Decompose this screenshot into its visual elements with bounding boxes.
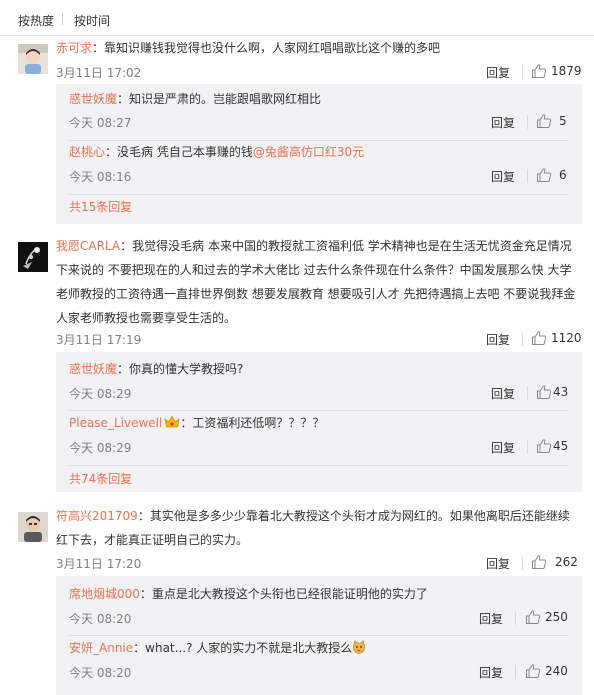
reply-text: 没毛病 凭自己本事赚的钱 <box>117 145 253 159</box>
reply-text: 重点是北大教授这个头衔也已经很能证明他的实力了 <box>151 587 428 601</box>
thumbs-up-icon[interactable] <box>536 438 552 454</box>
reply-box: 惑世妖魔：你真的懂大学教授吗? 今天 08:29 回复 43 Please_Li… <box>56 352 582 492</box>
like-count: 5 <box>559 114 567 128</box>
thumbs-up-icon[interactable] <box>525 609 541 625</box>
like-count: 1879 <box>551 64 582 78</box>
sort-by-time-tab[interactable]: 按时间 <box>74 12 110 29</box>
reply-username[interactable]: 惑世妖魔 <box>69 362 117 376</box>
like-count: 240 <box>545 664 568 678</box>
thumbs-up-icon[interactable] <box>536 113 552 129</box>
comment-meta: 3月11日 17:02 回复 1879 <box>56 62 582 82</box>
comment-username[interactable]: 赤可求 <box>56 41 92 55</box>
thumbs-up-icon[interactable] <box>536 384 552 400</box>
reply-username[interactable]: 惑世妖魔 <box>69 92 117 106</box>
mention-link[interactable]: @兔酱高仿口红30元 <box>253 145 364 159</box>
reply-time: 今天 08:29 <box>69 387 132 401</box>
divider <box>527 440 528 454</box>
sort-divider <box>62 13 63 25</box>
comment-text-line: 人家老师教授也需要享受生活的。 <box>56 311 237 325</box>
reply-button[interactable]: 回复 <box>486 331 510 348</box>
reply-button[interactable]: 回复 <box>491 114 515 131</box>
reply-time: 今天 08:29 <box>69 441 132 455</box>
reply-text: 你真的懂大学教授吗? <box>129 362 244 376</box>
comment-username[interactable]: 我愿CARLA <box>56 239 120 253</box>
comment-text-line: 其实他是多多少少靠着北大教授这个头衔才成为网红的。如果他离职后还能继续 <box>149 509 570 523</box>
divider <box>527 115 528 129</box>
reply-button[interactable]: 回复 <box>491 168 515 185</box>
reply-text: what...? 人家的实力不就是北大教授么 <box>145 641 353 655</box>
thumbs-up-icon[interactable] <box>525 663 541 679</box>
more-replies-link[interactable]: 共15条回复 <box>69 198 132 215</box>
sort-by-hot-tab[interactable]: 按热度 <box>18 12 54 29</box>
sort-bar: 按热度 按时间 <box>0 0 594 36</box>
reply-button[interactable]: 回复 <box>491 439 515 456</box>
comment-meta: 3月11日 17:19 回复 1120 <box>56 329 582 349</box>
comment-text-line: 下来说的 不要把现在的人和过去的学术大佬比 过去什么条件现在什么条件？中国发展那… <box>56 263 572 277</box>
thumbs-up-icon[interactable] <box>531 330 547 346</box>
reply-time: 今天 08:20 <box>69 666 132 680</box>
avatar[interactable] <box>18 242 48 272</box>
divider <box>527 386 528 400</box>
thumbs-up-icon[interactable] <box>536 167 552 183</box>
divider <box>515 665 516 679</box>
divider <box>527 169 528 183</box>
comment-username[interactable]: 符高兴201709 <box>56 509 138 523</box>
crown-badge-icon <box>164 415 180 429</box>
more-replies-link[interactable]: 共74条回复 <box>69 470 132 487</box>
cat-face-emoji-icon <box>352 640 366 654</box>
reply-username[interactable]: 席地烟城000 <box>69 587 140 601</box>
reply-username[interactable]: 安妍_Annie <box>69 641 133 655</box>
reply-username[interactable]: 赵桃心 <box>69 145 105 159</box>
reply-box: 席地烟城000：重点是北大教授这个头衔也已经很能证明他的实力了 今天 08:20… <box>56 576 582 695</box>
reply-box: 惑世妖魔：知识是严肃的。岂能跟唱歌网红相比 今天 08:27 回复 5 赵桃心：… <box>56 84 582 224</box>
comment-time: 3月11日 17:19 <box>56 333 142 347</box>
comment-time: 3月11日 17:20 <box>56 557 142 571</box>
reply-time: 今天 08:20 <box>69 612 132 626</box>
divider <box>522 332 523 346</box>
comment-time: 3月11日 17:02 <box>56 66 142 80</box>
divider <box>515 611 516 625</box>
like-count: 43 <box>553 385 569 399</box>
reply-divider <box>69 140 569 141</box>
divider <box>522 556 523 570</box>
reply-divider <box>69 465 569 466</box>
divider <box>522 65 523 79</box>
like-count: 1120 <box>551 331 582 345</box>
thumbs-up-icon[interactable] <box>531 63 547 79</box>
reply-button[interactable]: 回复 <box>486 64 510 81</box>
comment-text: 靠知识赚钱我觉得也没什么啊，人家网红唱唱歌比这个赚的多吧 <box>104 41 441 55</box>
like-count: 250 <box>545 610 568 624</box>
reply-time: 今天 08:16 <box>69 170 132 184</box>
reply-text: 工资福利还低啊？？？？ <box>192 416 325 430</box>
reply-divider <box>69 410 569 411</box>
reply-button[interactable]: 回复 <box>491 385 515 402</box>
reply-button[interactable]: 回复 <box>479 610 503 627</box>
like-count: 262 <box>555 555 578 569</box>
reply-divider <box>69 194 569 195</box>
reply-time: 今天 08:27 <box>69 116 132 130</box>
reply-button[interactable]: 回复 <box>486 555 510 572</box>
avatar[interactable] <box>18 512 48 542</box>
comment-meta: 3月11日 17:20 回复 262 <box>56 553 580 573</box>
reply-button[interactable]: 回复 <box>479 664 503 681</box>
like-count: 45 <box>553 439 569 453</box>
reply-text: 知识是严肃的。岂能跟唱歌网红相比 <box>129 92 322 106</box>
like-count: 6 <box>559 168 567 182</box>
reply-username[interactable]: Please_Livewell <box>69 416 162 430</box>
colon: ： <box>92 41 105 55</box>
comment-text-line: 老师教授的工资待遇一直排世界倒数 想要发展教育 想要吸引人才 先把待遇搞上去吧 … <box>56 287 576 301</box>
reply-divider <box>69 635 569 636</box>
comment-text-line: 红下去，才能真正证明自己的实力。 <box>56 533 249 547</box>
avatar[interactable] <box>18 44 48 74</box>
thumbs-up-icon[interactable] <box>531 554 547 570</box>
comment-text-line: 我觉得没毛病 本来中国的教授就工资福利低 学术精神也是在生活无忧资金充足情况 <box>132 239 572 253</box>
